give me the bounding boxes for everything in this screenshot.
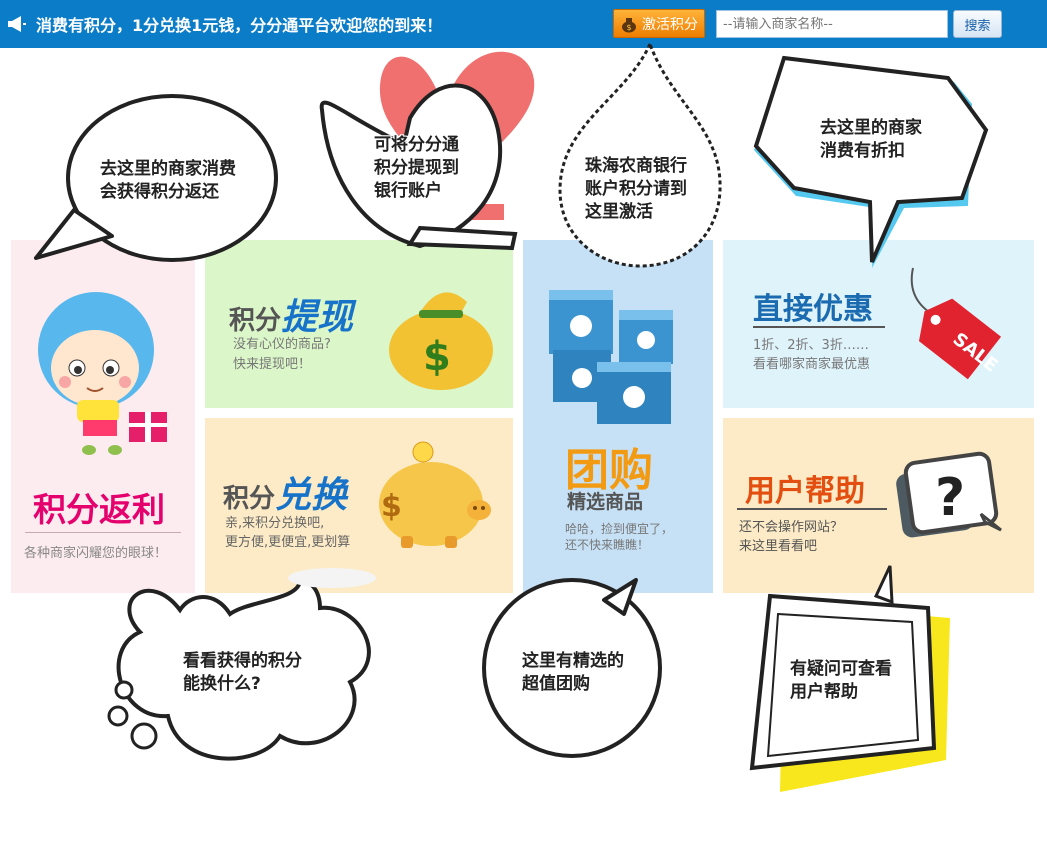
bubble-line: 积分提现到 xyxy=(374,158,459,178)
bubble-line: 去这里的商家消费 xyxy=(100,159,236,179)
question-mark-bubble-icon: ? xyxy=(896,451,1002,538)
bubble-redeem-hint: 看看获得的积分 能换什么? xyxy=(183,650,302,696)
top-bar: 消费有积分，1分兑换1元钱，分分通平台欢迎您的到来！ $ 激活积分 搜索 xyxy=(0,0,1047,48)
tile-group-buy-subtitle: 精选商品 xyxy=(567,491,644,513)
merchant-search-input[interactable] xyxy=(716,10,948,38)
svg-text:?: ? xyxy=(935,468,965,528)
cartoon-kid-illustration xyxy=(38,292,167,455)
tile-user-help[interactable]: 用户帮助 还不会操作网站？ 来这里看看吧 ? xyxy=(723,418,1034,593)
tile-direct-discount[interactable]: 直接优惠 1折、2折、3折…… 看看哪家商家最优惠 SALE xyxy=(723,240,1034,408)
megaphone-icon xyxy=(8,16,26,32)
bubble-line: 会获得积分返还 xyxy=(100,182,219,202)
money-bag-icon: $ xyxy=(389,292,493,390)
piggy-bank-icon: $ xyxy=(379,441,491,548)
bubble-rebate-hint: 去这里的商家消费 会获得积分返还 xyxy=(100,158,236,204)
bubble-discount-hint: 去这里的商家 消费有折扣 xyxy=(820,117,922,163)
money-bag-icon: $ xyxy=(622,17,636,32)
divider xyxy=(25,532,181,533)
activate-points-button[interactable]: $ 激活积分 xyxy=(613,9,705,38)
bubble-line: 这里有精选的 xyxy=(522,651,624,671)
svg-text:$: $ xyxy=(423,334,451,380)
bubble-line: 消费有折扣 xyxy=(820,141,905,161)
bubble-activate-hint: 珠海农商银行 账户积分请到 这里激活 xyxy=(585,155,687,224)
sale-tag-icon: SALE xyxy=(910,267,1002,380)
bubble-group-buy-hint: 这里有精选的 超值团购 xyxy=(522,650,624,696)
tile-points-rebate-subtitle: 各种商家闪耀您的眼球！ xyxy=(24,546,168,561)
tile-points-redeem[interactable]: 积分兑换 亲,来积分兑换吧, 更方便,更便宜,更划算 $ xyxy=(205,418,513,593)
tile-points-withdraw[interactable]: 积分提现 没有心仪的商品? 快来提现吧！ $ xyxy=(205,240,513,408)
bubble-line: 银行账户 xyxy=(374,181,442,201)
bubble-line: 去这里的商家 xyxy=(820,118,922,138)
svg-text:$: $ xyxy=(626,23,631,32)
svg-text:$: $ xyxy=(381,489,402,524)
announcement-text: 消费有积分，1分兑换1元钱，分分通平台欢迎您的到来！ xyxy=(36,16,443,35)
bubble-line: 看看获得的积分 xyxy=(183,651,302,671)
activate-points-label: 激活积分 xyxy=(642,16,698,33)
bubble-line: 珠海农商银行 xyxy=(585,156,687,176)
tile-points-rebate[interactable]: 积分返利 各种商家闪耀您的眼球！ xyxy=(11,240,195,593)
tile-points-rebate-title: 积分返利 xyxy=(33,490,165,529)
bubble-line: 账户积分请到 xyxy=(585,179,687,199)
tile-group-buy[interactable]: 团购 精选商品 哈哈，捡到便宜了， 还不快来瞧瞧！ xyxy=(523,240,713,593)
bubble-line: 超值团购 xyxy=(522,674,590,694)
tile-group-buy-line1: 哈哈，捡到便宜了， xyxy=(565,522,674,536)
tile-group-buy-line2: 还不快来瞧瞧！ xyxy=(565,538,650,552)
bubble-line: 可将分分通 xyxy=(374,135,459,155)
search-button[interactable]: 搜索 xyxy=(953,10,1002,38)
bubble-withdraw-hint: 可将分分通 积分提现到 银行账户 xyxy=(374,134,459,203)
bubble-line: 能换什么? xyxy=(183,674,261,694)
bubble-line: 有疑问可查看 xyxy=(790,659,892,679)
bubble-line: 用户帮助 xyxy=(790,682,858,702)
bubble-help-hint: 有疑问可查看 用户帮助 xyxy=(790,658,892,704)
bubble-line: 这里激活 xyxy=(585,202,653,222)
